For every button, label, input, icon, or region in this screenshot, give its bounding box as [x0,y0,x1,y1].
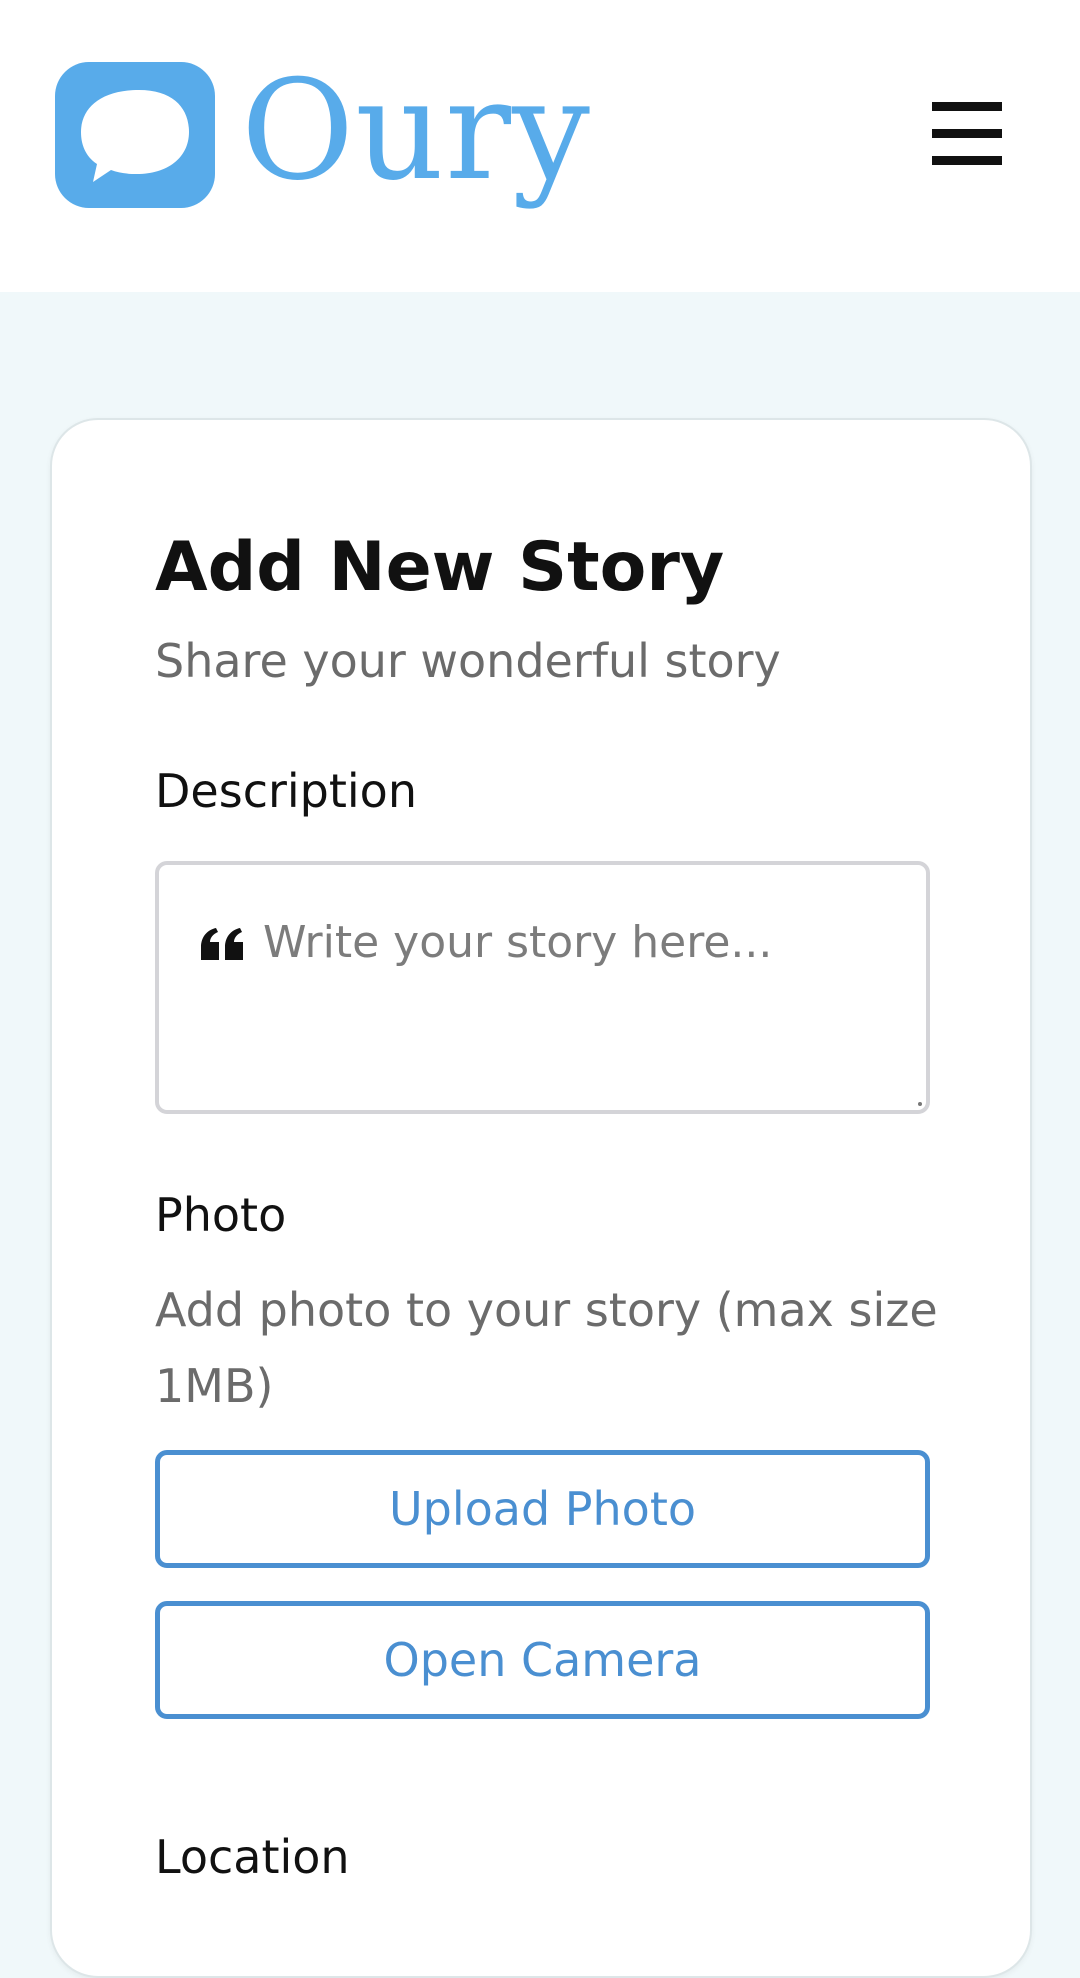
description-label: Description [155,764,417,818]
photo-help-text: Add photo to your story (max size 1MB) [155,1283,938,1413]
page-title: Add New Story [155,528,725,607]
chat-bubble-icon [55,62,215,208]
brand-logo[interactable]: Oury [55,62,591,208]
description-field[interactable] [155,861,930,1114]
resize-handle[interactable] [918,1102,922,1106]
hamburger-icon [932,102,1002,165]
open-camera-button[interactable]: Open Camera [155,1601,930,1719]
photo-label: Photo [155,1188,287,1242]
story-textarea[interactable] [263,917,903,1087]
brand-name: Oury [241,50,591,211]
app-header: Oury [0,0,1080,292]
menu-button[interactable] [928,96,1004,172]
add-story-card: Add New Story Share your wonderful story… [50,418,1032,1978]
location-label: Location [155,1830,350,1884]
quote-icon [201,928,243,960]
upload-photo-button[interactable]: Upload Photo [155,1450,930,1568]
page-subtitle: Share your wonderful story [155,634,781,688]
